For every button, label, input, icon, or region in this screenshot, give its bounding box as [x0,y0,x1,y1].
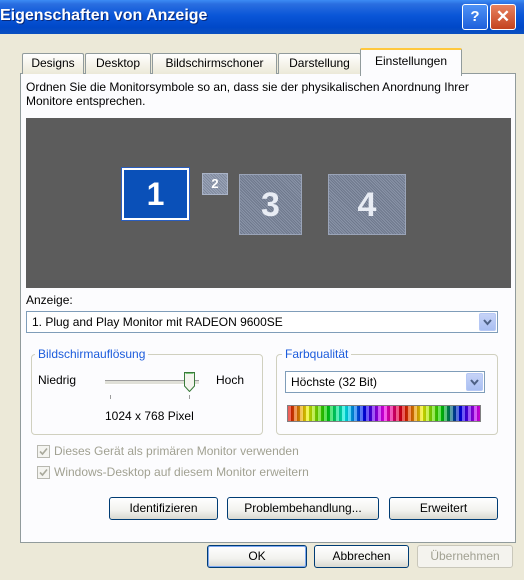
ok-button[interactable]: OK [207,545,307,568]
chevron-down-icon[interactable] [479,313,496,331]
display-properties-dialog: Eigenschaften von Anzeige ? ✕ Designs De… [0,0,524,580]
title-bar[interactable]: Eigenschaften von Anzeige ? ✕ [0,0,524,34]
tab-designs[interactable]: Designs [22,53,84,74]
color-quality-value: Höchste (32 Bit) [291,375,378,389]
monitor-icon-4[interactable]: 4 [328,174,406,235]
help-icon: ? [470,8,480,25]
color-preview-bar [287,405,481,422]
tab-appearance[interactable]: Darstellung [278,53,361,74]
identify-button[interactable]: Identifizieren [109,497,218,520]
slider-tick [110,395,111,399]
color-quality-group [276,354,498,435]
cancel-button[interactable]: Abbrechen [314,545,409,568]
display-label: Anzeige: [26,293,73,307]
resolution-low-label: Niedrig [38,373,77,387]
checkmark-icon [39,447,48,456]
close-button[interactable]: ✕ [490,4,516,30]
monitor-icon-3[interactable]: 3 [239,174,302,235]
primary-monitor-label: Dieses Gerät als primären Monitor verwen… [54,444,299,458]
monitor-icon-1[interactable]: 1 [121,167,190,221]
instruction-text: Ordnen Sie die Monitorsymbole so an, das… [26,80,469,108]
chevron-down-icon[interactable] [466,373,483,391]
tab-desktop[interactable]: Desktop [85,53,151,74]
resolution-value: 1024 x 768 Pixel [105,409,194,423]
troubleshoot-button[interactable]: Problembehandlung... [227,497,379,520]
resolution-slider-thumb[interactable] [184,372,195,393]
display-select-value: 1. Plug and Play Monitor mit RADEON 9600… [32,315,283,329]
tab-screensaver[interactable]: Bildschirmschoner [152,53,277,74]
window-title: Eigenschaften von Anzeige [0,7,208,24]
monitor-arrangement-area[interactable]: 1 2 3 4 [26,118,511,288]
monitor-icon-2[interactable]: 2 [202,173,228,195]
close-icon: ✕ [495,7,511,26]
color-quality-group-title: Farbqualität [282,347,352,361]
color-quality-select[interactable]: Höchste (32 Bit) [285,371,485,393]
help-button[interactable]: ? [462,4,488,30]
tab-settings[interactable]: Einstellungen [360,48,462,76]
display-select[interactable]: 1. Plug and Play Monitor mit RADEON 9600… [26,311,498,333]
extend-desktop-checkbox[interactable] [37,466,50,479]
extend-desktop-label: Windows-Desktop auf diesem Monitor erwei… [54,465,309,479]
resolution-group-title: Bildschirmauflösung [35,347,149,361]
apply-button[interactable]: Übernehmen [417,545,513,568]
primary-monitor-checkbox[interactable] [37,445,50,458]
slider-tick [189,395,190,399]
checkmark-icon [39,468,48,477]
advanced-button[interactable]: Erweitert [389,497,498,520]
resolution-high-label: Hoch [216,373,245,387]
